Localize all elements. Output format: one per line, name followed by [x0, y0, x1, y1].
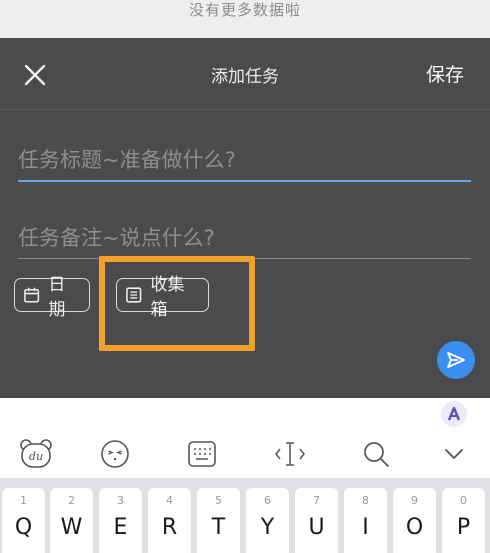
- emoji-icon[interactable]: [97, 436, 133, 472]
- add-task-panel: 添加任务 保存 任务标题~准备做什么? 任务备注~说点什么? 日期 收集箱: [0, 38, 490, 398]
- key-t[interactable]: 5T: [197, 488, 240, 553]
- svg-text:du: du: [29, 450, 43, 463]
- search-icon[interactable]: [358, 436, 394, 472]
- key-w[interactable]: 2W: [50, 488, 93, 553]
- send-icon: [447, 352, 465, 368]
- key-y[interactable]: 6Y: [246, 488, 289, 553]
- keyboard-toolbar: du: [0, 398, 490, 478]
- keyboard-keys: 1Q 2W 3E 4R 5T 6Y 7U 8I 9O 0P: [0, 478, 490, 553]
- keyboard-icon[interactable]: [184, 436, 220, 472]
- page-title: 添加任务: [211, 67, 279, 87]
- no-more-data-text: 没有更多数据啦: [188, 1, 301, 19]
- task-title-input[interactable]: 任务标题~准备做什么?: [18, 144, 471, 182]
- key-o[interactable]: 9O: [393, 488, 436, 553]
- du-bear-icon[interactable]: du: [18, 436, 54, 472]
- task-note-input[interactable]: 任务备注~说点什么?: [18, 222, 471, 259]
- key-u[interactable]: 7U: [295, 488, 338, 553]
- collapse-icon[interactable]: [436, 436, 472, 472]
- send-button[interactable]: [437, 341, 475, 379]
- ime-logo-icon: [441, 401, 467, 427]
- date-button[interactable]: 日期: [14, 275, 90, 320]
- top-notice-bar: 没有更多数据啦: [0, 0, 490, 38]
- calendar-icon: [24, 287, 40, 303]
- save-button[interactable]: 保存: [426, 60, 464, 87]
- date-label: 日期: [48, 275, 66, 320]
- key-r[interactable]: 4R: [148, 488, 191, 553]
- key-p[interactable]: 0P: [442, 488, 485, 553]
- panel-header: 添加任务 保存: [0, 38, 490, 110]
- highlight-box: [99, 256, 255, 351]
- key-i[interactable]: 8I: [344, 488, 387, 553]
- key-q[interactable]: 1Q: [2, 488, 45, 553]
- cursor-icon[interactable]: [272, 436, 308, 472]
- key-e[interactable]: 3E: [99, 488, 142, 553]
